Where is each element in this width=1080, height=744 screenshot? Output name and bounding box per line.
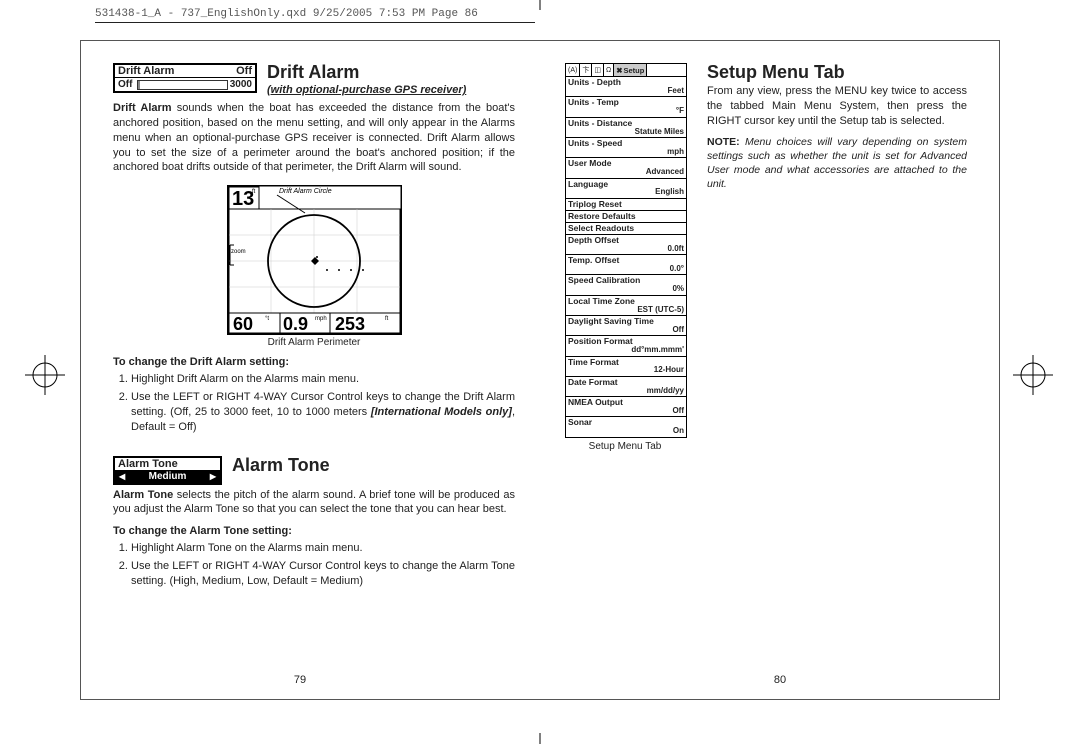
menu-row-label: Restore Defaults (568, 212, 684, 221)
menu-row: Daylight Saving TimeOff (566, 316, 686, 336)
svg-text:13: 13 (232, 188, 254, 210)
publication-header: 531438-1_A - 737_EnglishOnly.qxd 9/25/20… (95, 8, 535, 23)
svg-text:60: 60 (233, 314, 253, 334)
menu-row: Units - Temp°F (566, 97, 686, 117)
tab-icon: Ω (604, 64, 614, 76)
menu-row-value: EST (UTC-5) (637, 306, 684, 314)
svg-text:mph: mph (315, 316, 327, 322)
menu-row-value: Off (672, 326, 684, 334)
setup-figure-caption: Setup Menu Tab (565, 441, 685, 452)
drift-widget-label: Drift Alarm (118, 65, 174, 77)
svg-text:Drift Alarm Circle: Drift Alarm Circle (279, 188, 332, 195)
tab-setup-active: ✖Setup (614, 64, 647, 76)
drift-widget-max: 3000 (230, 79, 255, 90)
tone-steps: Highlight Alarm Tone on the Alarms main … (131, 541, 515, 589)
setup-menu-rows: Units - DepthFeetUnits - Temp°FUnits - D… (566, 77, 686, 437)
menu-row: Speed Calibration0% (566, 275, 686, 295)
drift-widget-status: Off (236, 65, 252, 77)
menu-row: Time Format12-Hour (566, 357, 686, 377)
alarm-tone-widget: Alarm Tone Medium (113, 456, 222, 485)
menu-row: Date Formatmm/dd/yy (566, 377, 686, 397)
drift-alarm-figure: 13 ft Drift Alarm Circle zoom (227, 185, 402, 348)
menu-row-value: Feet (668, 87, 684, 95)
menu-row-value: 0.0ft (668, 245, 684, 253)
drift-steps: Highlight Drift Alarm on the Alarms main… (131, 372, 515, 434)
menu-row-label: Units - Temp (568, 98, 684, 107)
menu-row-value: mm/dd/yy (647, 387, 684, 395)
setup-menu-figure: (A) 卞 ◫ Ω ✖Setup Units - DepthFeetUnits … (565, 63, 687, 438)
list-item: Highlight Alarm Tone on the Alarms main … (131, 541, 515, 556)
menu-row-label: Daylight Saving Time (568, 317, 684, 326)
menu-row: User ModeAdvanced (566, 158, 686, 178)
list-item: Use the LEFT or RIGHT 4-WAY Cursor Contr… (131, 559, 515, 589)
menu-row: Position Formatdd°mm.mmm' (566, 336, 686, 356)
svg-text:0.9: 0.9 (283, 314, 308, 334)
page-number-left: 79 (280, 674, 320, 686)
list-item: Use the LEFT or RIGHT 4-WAY Cursor Contr… (131, 390, 515, 435)
drift-alarm-widget: Drift Alarm Off Off 3000 (113, 63, 257, 93)
tone-change-heading: To change the Alarm Tone setting: (113, 525, 515, 537)
menu-row: Local Time ZoneEST (UTC-5) (566, 296, 686, 316)
drift-widget-bar (137, 80, 227, 90)
page-number-right: 80 (760, 674, 800, 686)
page-spread: Drift Alarm Off Off 3000 Drift Alarm (wi… (95, 52, 985, 605)
menu-row-value: English (655, 188, 684, 196)
left-page: Drift Alarm Off Off 3000 Drift Alarm (wi… (95, 52, 540, 605)
menu-row-value: Advanced (646, 168, 684, 176)
menu-row: Units - Speedmph (566, 138, 686, 158)
drift-change-heading: To change the Drift Alarm setting: (113, 356, 515, 368)
menu-row-label: Units - Depth (568, 78, 684, 87)
drift-figure-caption: Drift Alarm Perimeter (227, 337, 402, 348)
menu-row: Select Readouts (566, 223, 686, 235)
menu-row: Units - DistanceStatute Miles (566, 118, 686, 138)
list-item: Highlight Drift Alarm on the Alarms main… (131, 372, 515, 387)
drift-widget-min: Off (115, 79, 135, 90)
right-page: (A) 卞 ◫ Ω ✖Setup Units - DepthFeetUnits … (540, 52, 985, 605)
svg-text:°t: °t (265, 316, 269, 322)
menu-row-label: Sonar (568, 418, 684, 427)
menu-row-label: Triplog Reset (568, 200, 684, 209)
drift-alarm-body: Drift Alarm sounds when the boat has exc… (113, 101, 515, 175)
menu-row-value: Off (672, 407, 684, 415)
menu-row: Units - DepthFeet (566, 77, 686, 97)
tone-widget-value: Medium (115, 470, 220, 483)
menu-row: Depth Offset0.0ft (566, 235, 686, 255)
menu-row-value: 12-Hour (654, 366, 684, 374)
menu-row-value: On (673, 427, 684, 435)
tab-icon: (A) (566, 64, 580, 76)
setup-tabs-row: (A) 卞 ◫ Ω ✖Setup (566, 64, 686, 77)
menu-row: SonarOn (566, 417, 686, 436)
alarm-tone-body: Alarm Tone selects the pitch of the alar… (113, 488, 515, 518)
menu-row-label: Speed Calibration (568, 276, 684, 285)
menu-row-label: NMEA Output (568, 398, 684, 407)
menu-row: LanguageEnglish (566, 179, 686, 199)
menu-row-value: 0.0° (670, 265, 684, 273)
svg-text:253: 253 (335, 314, 365, 334)
svg-text:zoom: zoom (231, 249, 246, 255)
menu-row-label: Select Readouts (568, 224, 684, 233)
menu-row-value: dd°mm.mmm' (631, 346, 684, 354)
menu-row-value: 0% (672, 285, 684, 293)
menu-row: Restore Defaults (566, 211, 686, 223)
menu-row: Temp. Offset0.0° (566, 255, 686, 275)
menu-row-value: °F (676, 107, 684, 115)
menu-row-label: Temp. Offset (568, 256, 684, 265)
menu-row-label: Depth Offset (568, 236, 684, 245)
svg-text:ft: ft (385, 316, 389, 322)
tone-widget-label: Alarm Tone (115, 458, 220, 470)
menu-row: Triplog Reset (566, 199, 686, 211)
tab-spacer (647, 64, 686, 76)
svg-text:ft: ft (252, 189, 256, 195)
tab-icon: ◫ (592, 64, 604, 76)
tab-icon: 卞 (580, 64, 592, 76)
menu-row-value: Statute Miles (635, 128, 684, 136)
menu-row: NMEA OutputOff (566, 397, 686, 417)
menu-row-value: mph (667, 148, 684, 156)
